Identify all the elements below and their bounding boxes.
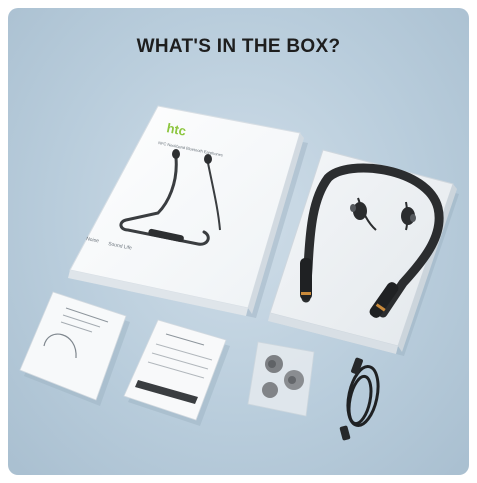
user-manual	[19, 291, 130, 406]
usb-charging-cable	[339, 357, 380, 441]
spare-ear-tips	[247, 341, 315, 417]
box-contents-illustration: htc NFC Neckband Bluetooth Earphones Noi…	[19, 105, 459, 441]
product-image-frame: WHAT'S IN THE BOX? htc NFC Neckband Blue…	[8, 8, 469, 475]
retail-box: htc NFC Neckband Bluetooth Earphones Noi…	[68, 105, 308, 318]
warranty-card	[123, 319, 230, 426]
